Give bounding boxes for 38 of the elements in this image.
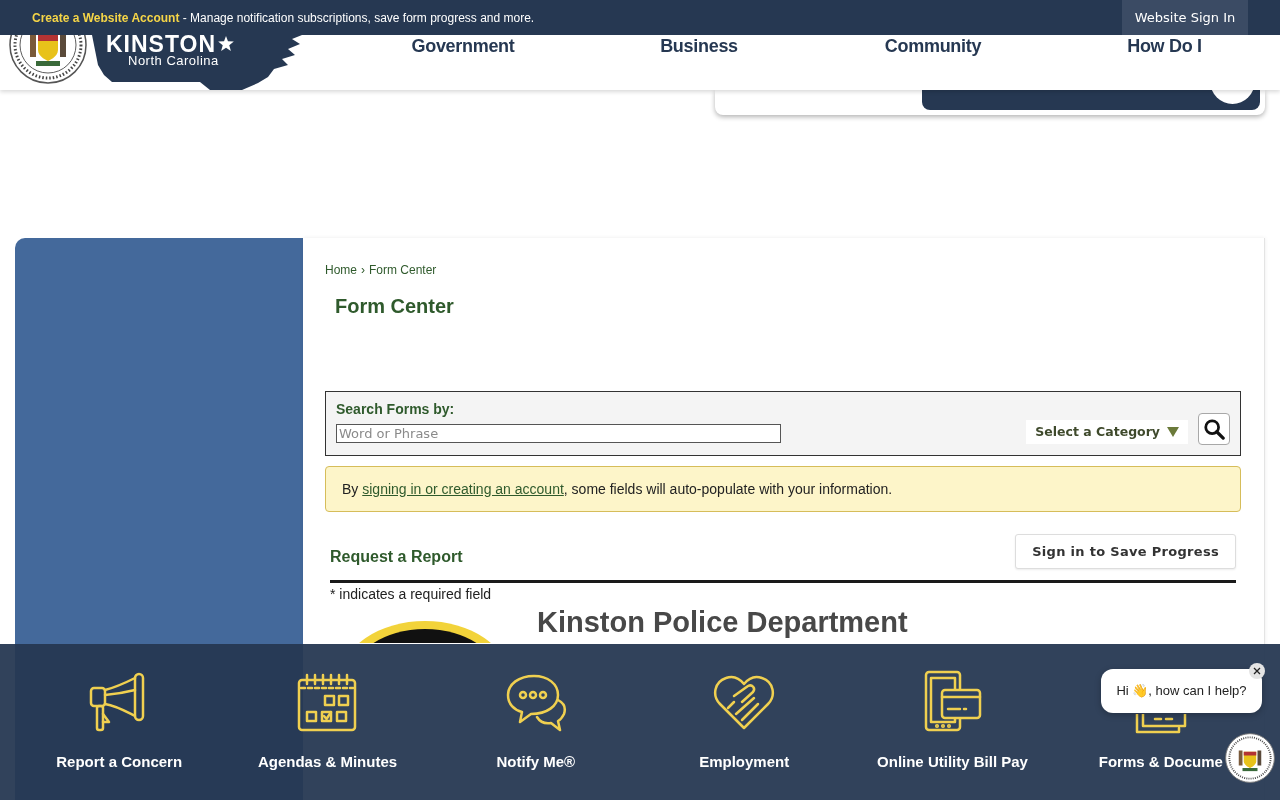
quick-link[interactable]: Notify Me® — [496, 752, 576, 772]
breadcrumb-separator: › — [361, 262, 365, 278]
create-account-link[interactable]: Create a Website Account — [32, 10, 180, 25]
close-icon[interactable] — [1249, 663, 1265, 679]
category-select[interactable]: Select a Category — [1026, 420, 1188, 444]
quick-link[interactable]: Forms & Docume — [1098, 752, 1223, 772]
website-sign-in-button[interactable]: Website Sign In — [1122, 0, 1248, 35]
star-icon — [218, 36, 235, 51]
account-banner-text: Create a Website Account - Manage notification subscriptions, save form progress and more. — [32, 9, 535, 26]
nav-link[interactable]: How Do I — [1127, 35, 1202, 57]
breadcrumb-link[interactable]: Form Center — [369, 262, 437, 278]
sign-in-link[interactable]: signing in or creating an account — [362, 481, 564, 497]
quick-link[interactable]: Online Utility Bill Pay — [877, 752, 1028, 772]
page-title: Form Center — [335, 294, 454, 318]
documents-icon[interactable] — [1134, 714, 1187, 734]
quick-link[interactable]: Report a Concern — [56, 752, 183, 772]
nav-link[interactable]: Government — [411, 35, 515, 57]
sign-in-notice-text: By signing in or creating an account, some fields will auto-populate with your information. — [342, 480, 893, 498]
quick-link[interactable]: Employment — [699, 752, 790, 772]
breadcrumb-link[interactable]: Home — [325, 262, 357, 278]
logo-wordmark: KINSTON — [106, 35, 217, 54]
search-input[interactable]: Word or Phrase — [336, 424, 781, 443]
save-progress-button[interactable]: Sign in to Save Progress — [1015, 534, 1236, 569]
seal-icon[interactable] — [8, 35, 88, 85]
round-button-icon[interactable] — [1210, 90, 1255, 104]
chat-greeting: Hi 👋, how can I help? — [1116, 683, 1247, 699]
search-button[interactable] — [1198, 413, 1230, 445]
caret-icon — [1167, 427, 1179, 437]
required-field-note: * indicates a required field — [330, 585, 492, 603]
form-heading: Kinston Police Department — [537, 605, 908, 639]
search-label: Search Forms by: — [336, 400, 455, 418]
logo-subtitle: North Carolina — [128, 54, 219, 68]
nav-link[interactable]: Business — [660, 35, 738, 57]
search-icon — [1203, 418, 1225, 440]
seal-icon[interactable] — [1225, 733, 1275, 783]
nav-link[interactable]: Community — [884, 35, 982, 57]
quick-link[interactable]: Agendas & Minutes — [257, 752, 398, 772]
form-title: Request a Report — [330, 547, 463, 567]
